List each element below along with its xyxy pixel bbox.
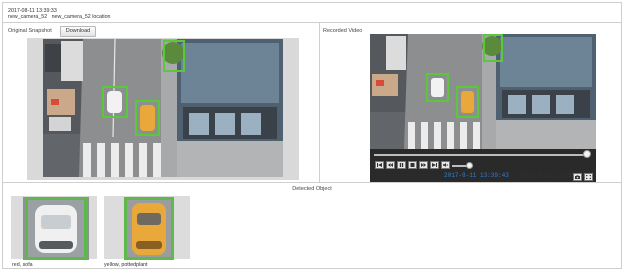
detected-object-2-thumbnail[interactable] (124, 197, 190, 260)
seek-handle[interactable] (583, 150, 591, 158)
stop-icon (410, 163, 415, 167)
white-car-crop (23, 197, 89, 260)
event-detail-frame: 2017-08-11 13:39:33 new_camera_52 new_ca… (2, 2, 622, 269)
time-separator: / (512, 172, 517, 179)
detected-object-2-label: yellow, pottedplant (104, 262, 148, 268)
camera-name: new_camera_52 (8, 14, 48, 20)
current-time: 2017-8-11 13:39:43 (444, 172, 509, 179)
fast-forward-icon (421, 163, 426, 167)
panel-divider-vertical (319, 23, 320, 182)
street-scene-snapshot (43, 39, 283, 177)
yellow-taxi-crop (124, 197, 174, 260)
skip-back-button[interactable] (375, 161, 384, 169)
pause-icon (399, 163, 404, 167)
fullscreen-button[interactable] (584, 173, 593, 181)
detected-object-title: Detected Object (292, 186, 332, 192)
pause-button[interactable] (397, 161, 406, 169)
volume-icon (443, 163, 448, 167)
video-frame (370, 34, 596, 149)
detected-object-1-label: red, sofa (12, 262, 33, 268)
street-scene-video (370, 34, 596, 149)
download-button[interactable]: Download (60, 26, 96, 37)
event-header: 2017-08-11 13:39:33 new_camera_52 new_ca… (3, 3, 621, 23)
panel-divider-horizontal (3, 182, 621, 183)
event-camera-info: new_camera_52 new_camera_52 location (8, 14, 111, 20)
snapshot-image (43, 39, 283, 177)
volume-handle[interactable] (466, 162, 473, 169)
stop-button[interactable] (408, 161, 417, 169)
fullscreen-icon (586, 175, 591, 179)
seek-bar[interactable] (374, 154, 589, 156)
mute-button[interactable] (441, 161, 450, 169)
snapshot-button[interactable] (573, 173, 582, 181)
skip-forward-button[interactable] (430, 161, 439, 169)
playback-time: 2017-8-11 13:39:43 / 2017-8-11 13:39:43 (444, 172, 584, 179)
snapshot-camera-icon (575, 175, 580, 179)
video-player[interactable]: 2017-8-11 13:39:43 / 2017-8-11 13:39:43 (370, 34, 596, 182)
fast-forward-button[interactable] (419, 161, 428, 169)
rewind-button[interactable] (386, 161, 395, 169)
detected-object-1-thumbnail[interactable] (23, 197, 89, 260)
snapshot-title: Original Snapshot (8, 28, 52, 34)
video-title: Recorded Video (323, 28, 363, 34)
rewind-icon (388, 163, 393, 167)
skip-back-icon (377, 163, 382, 167)
camera-location: new_camera_52 location (51, 14, 111, 20)
skip-forward-icon (432, 163, 437, 167)
